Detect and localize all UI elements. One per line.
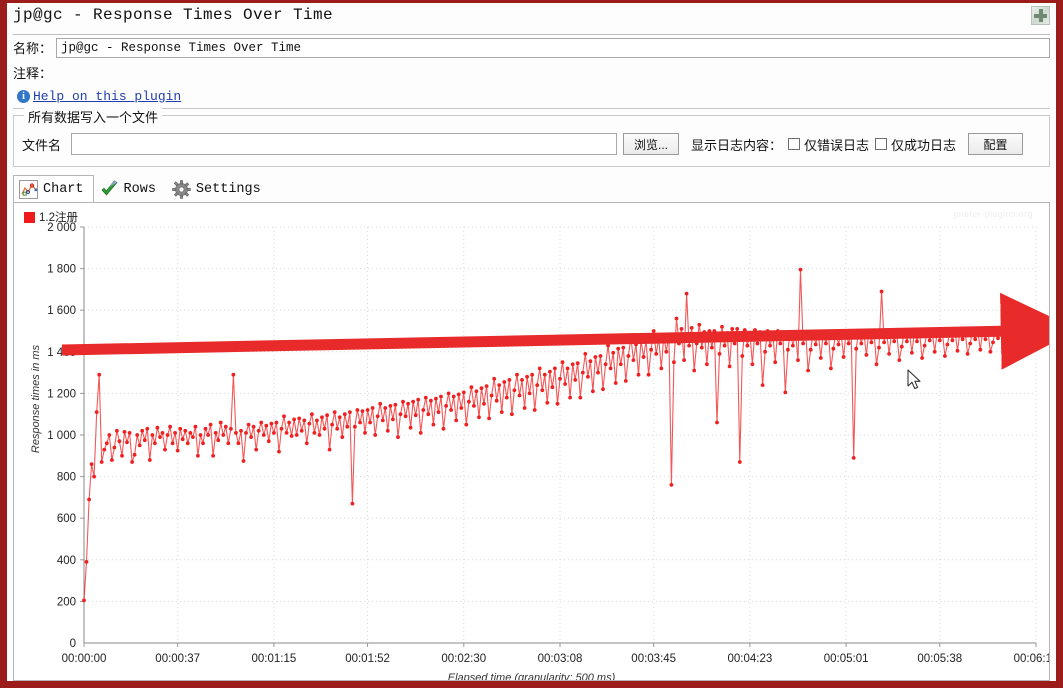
svg-text:1 800: 1 800 bbox=[47, 264, 76, 276]
svg-text:1 200: 1 200 bbox=[47, 388, 76, 400]
gear-icon bbox=[172, 179, 191, 199]
svg-text:0: 0 bbox=[70, 638, 76, 650]
chart-icon bbox=[19, 179, 38, 199]
tab-chart[interactable]: Chart bbox=[13, 175, 94, 203]
svg-text:00:01:15: 00:01:15 bbox=[252, 653, 297, 665]
comment-row: 注释： bbox=[13, 61, 1050, 83]
chart-panel[interactable]: 1.2注册 jmeter-plugins.org Response times … bbox=[13, 202, 1050, 681]
tab-settings-label: Settings bbox=[195, 181, 261, 197]
svg-text:00:01:52: 00:01:52 bbox=[345, 653, 390, 665]
svg-text:1 600: 1 600 bbox=[47, 305, 76, 317]
puzzle-icon[interactable] bbox=[1031, 6, 1050, 25]
page-title: jp@gc - Response Times Over Time bbox=[13, 6, 334, 24]
filename-label: 文件名 bbox=[22, 137, 62, 153]
svg-text:1 400: 1 400 bbox=[47, 347, 76, 359]
success-only-label: 仅成功日志 bbox=[891, 137, 957, 153]
svg-text:00:03:08: 00:03:08 bbox=[538, 653, 583, 665]
plugin-window: jp@gc - Response Times Over Time 名称： 注释：… bbox=[0, 0, 1063, 688]
name-label: 名称： bbox=[13, 41, 53, 56]
log-content-label: 显示日志内容： bbox=[691, 137, 783, 153]
success-only-checkbox[interactable] bbox=[875, 138, 888, 150]
errors-only-checkbox-wrap[interactable]: 仅错误日志 bbox=[788, 135, 869, 154]
svg-text:400: 400 bbox=[57, 555, 76, 567]
filename-input[interactable] bbox=[71, 133, 618, 155]
help-link[interactable]: Help on this plugin bbox=[33, 89, 181, 104]
svg-text:00:05:38: 00:05:38 bbox=[917, 653, 962, 665]
tab-settings[interactable]: Settings bbox=[166, 175, 271, 203]
svg-text:600: 600 bbox=[57, 513, 76, 525]
info-icon: i bbox=[17, 90, 30, 103]
success-only-checkbox-wrap[interactable]: 仅成功日志 bbox=[875, 135, 956, 154]
errors-only-checkbox[interactable] bbox=[788, 138, 801, 150]
tab-chart-label: Chart bbox=[43, 181, 84, 197]
errors-only-label: 仅错误日志 bbox=[804, 137, 870, 153]
svg-text:200: 200 bbox=[57, 596, 76, 608]
divider bbox=[13, 108, 1050, 109]
svg-text:00:03:45: 00:03:45 bbox=[631, 653, 676, 665]
response-times-plot[interactable]: 200 400 600 800 1 000 1 200 1 400 1 600 1 800 2 0… bbox=[14, 203, 1049, 680]
svg-text:00:05:01: 00:05:01 bbox=[824, 653, 869, 665]
tab-rows-label: Rows bbox=[123, 181, 156, 197]
svg-text:00:00:00: 00:00:00 bbox=[62, 653, 107, 665]
browse-button[interactable]: 浏览... bbox=[623, 133, 680, 155]
svg-text:1 000: 1 000 bbox=[47, 430, 76, 442]
write-all-data-title: 所有数据写入一个文件 bbox=[24, 107, 163, 126]
comment-label: 注释： bbox=[13, 65, 53, 81]
configure-button[interactable]: 配置 bbox=[968, 133, 1024, 155]
write-all-data-group: 所有数据写入一个文件 文件名 浏览... 显示日志内容： 仅错误日志 仅成功日志… bbox=[13, 107, 1050, 167]
tab-rows[interactable]: Rows bbox=[94, 175, 166, 203]
svg-text:00:06:16: 00:06:16 bbox=[1014, 653, 1049, 665]
file-row: 文件名 浏览... 显示日志内容： 仅错误日志 仅成功日志 配置 bbox=[22, 132, 1043, 156]
name-input[interactable] bbox=[56, 37, 1050, 58]
tab-bar: Chart Rows Settings bbox=[13, 173, 271, 203]
svg-text:800: 800 bbox=[57, 472, 76, 484]
name-row: 名称： bbox=[13, 34, 1050, 60]
svg-text:00:02:30: 00:02:30 bbox=[441, 653, 486, 665]
plugin-window-inner: jp@gc - Response Times Over Time 名称： 注释：… bbox=[7, 3, 1056, 681]
check-icon bbox=[100, 180, 119, 199]
svg-text:00:04:23: 00:04:23 bbox=[728, 653, 773, 665]
svg-text:00:00:37: 00:00:37 bbox=[155, 653, 200, 665]
help-row[interactable]: i Help on this plugin bbox=[17, 89, 181, 104]
svg-text:2 000: 2 000 bbox=[47, 222, 76, 234]
